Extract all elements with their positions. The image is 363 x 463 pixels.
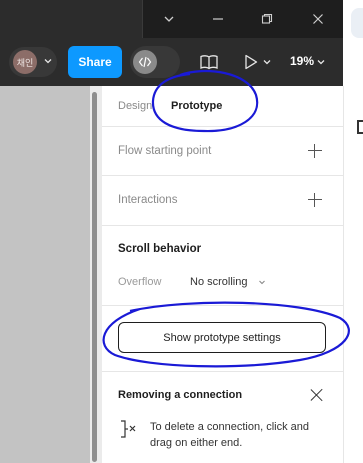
prototype-panel: Design Prototype Flow starting point Int…	[102, 86, 343, 463]
adjacent-window-divider	[343, 86, 344, 463]
avatar: 채인	[13, 50, 37, 74]
title-bar	[0, 0, 343, 38]
hint-title: Removing a connection	[118, 389, 243, 401]
adjacent-window-edge	[343, 0, 363, 463]
book-icon[interactable]	[198, 52, 220, 72]
minimize-icon[interactable]	[205, 6, 231, 32]
divider	[102, 225, 343, 226]
divider	[102, 126, 343, 127]
connection-remove-icon	[121, 420, 136, 438]
canvas[interactable]	[0, 86, 90, 463]
add-interaction-plus-icon[interactable]	[308, 193, 322, 207]
toolbar: 채인 Share 19%	[0, 38, 343, 86]
hint-text: To delete a connection, click and drag o…	[150, 421, 309, 449]
add-flow-plus-icon[interactable]	[308, 144, 322, 158]
divider	[102, 371, 343, 372]
adjacent-window-shape	[351, 8, 363, 38]
chevron-down-icon[interactable]	[258, 278, 266, 286]
chevron-down-icon[interactable]	[262, 57, 272, 67]
interactions-label: Interactions	[118, 194, 178, 206]
chevron-down-icon	[44, 59, 52, 64]
chevron-down-icon[interactable]	[316, 57, 326, 67]
divider	[102, 305, 343, 306]
close-icon[interactable]	[310, 388, 324, 402]
chevron-down-icon[interactable]	[156, 6, 182, 32]
close-icon[interactable]	[305, 6, 331, 32]
play-icon[interactable]	[243, 53, 259, 71]
overflow-label: Overflow	[118, 276, 162, 288]
restore-icon[interactable]	[254, 6, 280, 32]
scrollbar-thumb[interactable]	[92, 92, 97, 462]
tab-prototype[interactable]: Prototype	[171, 100, 222, 112]
title-bar-left	[0, 0, 142, 38]
adjacent-window-glyph	[357, 120, 363, 134]
code-icon	[133, 50, 157, 74]
divider	[102, 175, 343, 176]
figma-window: 채인 Share 19% Design Prototype Flow start…	[0, 0, 363, 463]
share-button[interactable]: Share	[68, 46, 122, 78]
title-bar-separator	[142, 0, 143, 38]
canvas-scrollbar[interactable]	[90, 86, 102, 463]
tab-design[interactable]: Design	[118, 100, 152, 112]
zoom-level[interactable]: 19%	[290, 54, 314, 68]
flow-starting-point-label: Flow starting point	[118, 145, 212, 157]
dev-mode-toggle[interactable]	[130, 46, 180, 78]
scroll-behavior-title: Scroll behavior	[118, 243, 202, 255]
show-prototype-settings-button[interactable]: Show prototype settings	[118, 322, 326, 353]
user-menu[interactable]: 채인	[9, 47, 57, 77]
overflow-select[interactable]: No scrolling	[190, 276, 247, 288]
